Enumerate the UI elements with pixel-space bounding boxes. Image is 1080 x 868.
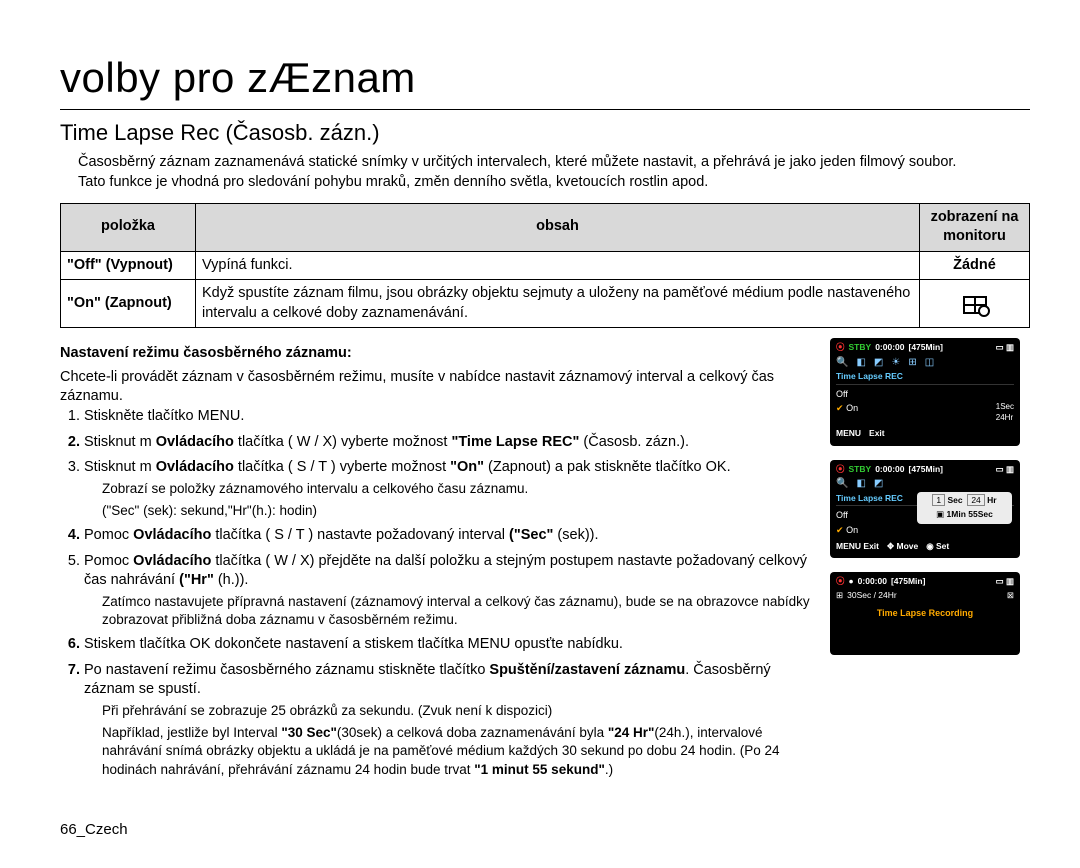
table-cell-icon: [920, 280, 1030, 328]
intro-paragraph: Tato funkce je vhodná pro sledování pohy…: [78, 173, 1030, 193]
remaining: [475Min]: [909, 342, 943, 353]
lead-paragraph: Chcete-li provádět záznam v časosběrném …: [60, 368, 818, 407]
step-item: Po nastavení režimu časosběrného záznamu…: [84, 661, 818, 779]
menu-option: Off: [836, 388, 848, 400]
step-note: Při přehrávání se zobrazuje 25 obrázků z…: [102, 702, 818, 720]
step-item: Stiskněte tlačítko MENU.: [84, 407, 818, 427]
step-item: Pomoc Ovládacího tlačítka ( S / T ) nast…: [84, 526, 818, 546]
options-table: položka obsah zobrazení na monitoru "Off…: [60, 203, 1030, 329]
table-cell: Vypíná funkci.: [196, 251, 920, 280]
table-cell: "Off" (Vypnout): [61, 251, 196, 280]
table-row: "Off" (Vypnout) Vypíná funkci. Žádné: [61, 251, 1030, 280]
interval-popup: 1 Sec 24 Hr ▣ 1Min 55Sec: [917, 492, 1012, 524]
page-title: volby pro zÆznam: [60, 50, 1030, 110]
page-number: 66_Czech: [60, 820, 128, 840]
step-item: Stiskem tlačítka OK dokončete nastavení …: [84, 635, 818, 655]
camera-icon: ⦿: [836, 342, 845, 353]
table-header: obsah: [196, 203, 920, 251]
step-note: Zatímco nastavujete přípravná nastavení …: [102, 593, 818, 629]
step-note: Například, jestliže byl Interval "30 Sec…: [102, 724, 818, 779]
camera-screenshot: ⦿● 0:00:00 [475Min] ▭ ▥ ⊞ 30Sec / 24Hr ⊠…: [830, 572, 1020, 655]
table-row: "On" (Zapnout) Když spustíte záznam film…: [61, 280, 1030, 328]
timelapse-icon: [963, 296, 987, 314]
intro-paragraph: Časosběrný záznam zaznamenává statické s…: [78, 153, 1030, 173]
recording-label: Time Lapse Recording: [836, 607, 1014, 619]
table-cell: "On" (Zapnout): [61, 280, 196, 328]
sub-heading: Nastavení režimu časosběrného záznamu:: [60, 344, 818, 364]
camera-screenshot: ⦿ STBY 0:00:00 [475Min] ▭ ▥ 🔍◧◩ Time Lap…: [830, 460, 1020, 558]
table-cell: Žádné: [920, 251, 1030, 280]
menu-title: Time Lapse REC: [836, 371, 1014, 384]
table-cell: Když spustíte záznam filmu, jsou obrázky…: [196, 280, 920, 328]
step-item: Stisknut m Ovládacího tlačítka ( S / T )…: [84, 458, 818, 520]
table-header: zobrazení na monitoru: [920, 203, 1030, 251]
grid-clock-icon: ⊞: [836, 590, 843, 601]
timer: 0:00:00: [875, 342, 904, 353]
step-item: Stisknut m Ovládacího tlačítka ( W / X) …: [84, 433, 818, 453]
step-item: Pomoc Ovládacího tlačítka ( W / X) přejd…: [84, 552, 818, 630]
table-header: položka: [61, 203, 196, 251]
magnify-icon: 🔍: [836, 356, 848, 370]
step-note: ("Sec" (sek): sekund,"Hr"(h.): hodin): [102, 502, 818, 520]
menu-option: On: [846, 403, 858, 413]
interval-label: 30Sec / 24Hr: [847, 590, 897, 601]
steps-list: Stiskněte tlačítko MENU. Stisknut m Ovlá…: [60, 407, 818, 779]
section-heading: Time Lapse Rec (Časosb. zázn.): [60, 118, 1030, 148]
status-stby: STBY: [849, 342, 872, 353]
camera-screenshot: ⦿ STBY 0:00:00 [475Min] ▭ ▥ 🔍◧◩☀⊞◫ Time …: [830, 338, 1020, 446]
step-note: Zobrazí se položky záznamového intervalu…: [102, 480, 818, 498]
